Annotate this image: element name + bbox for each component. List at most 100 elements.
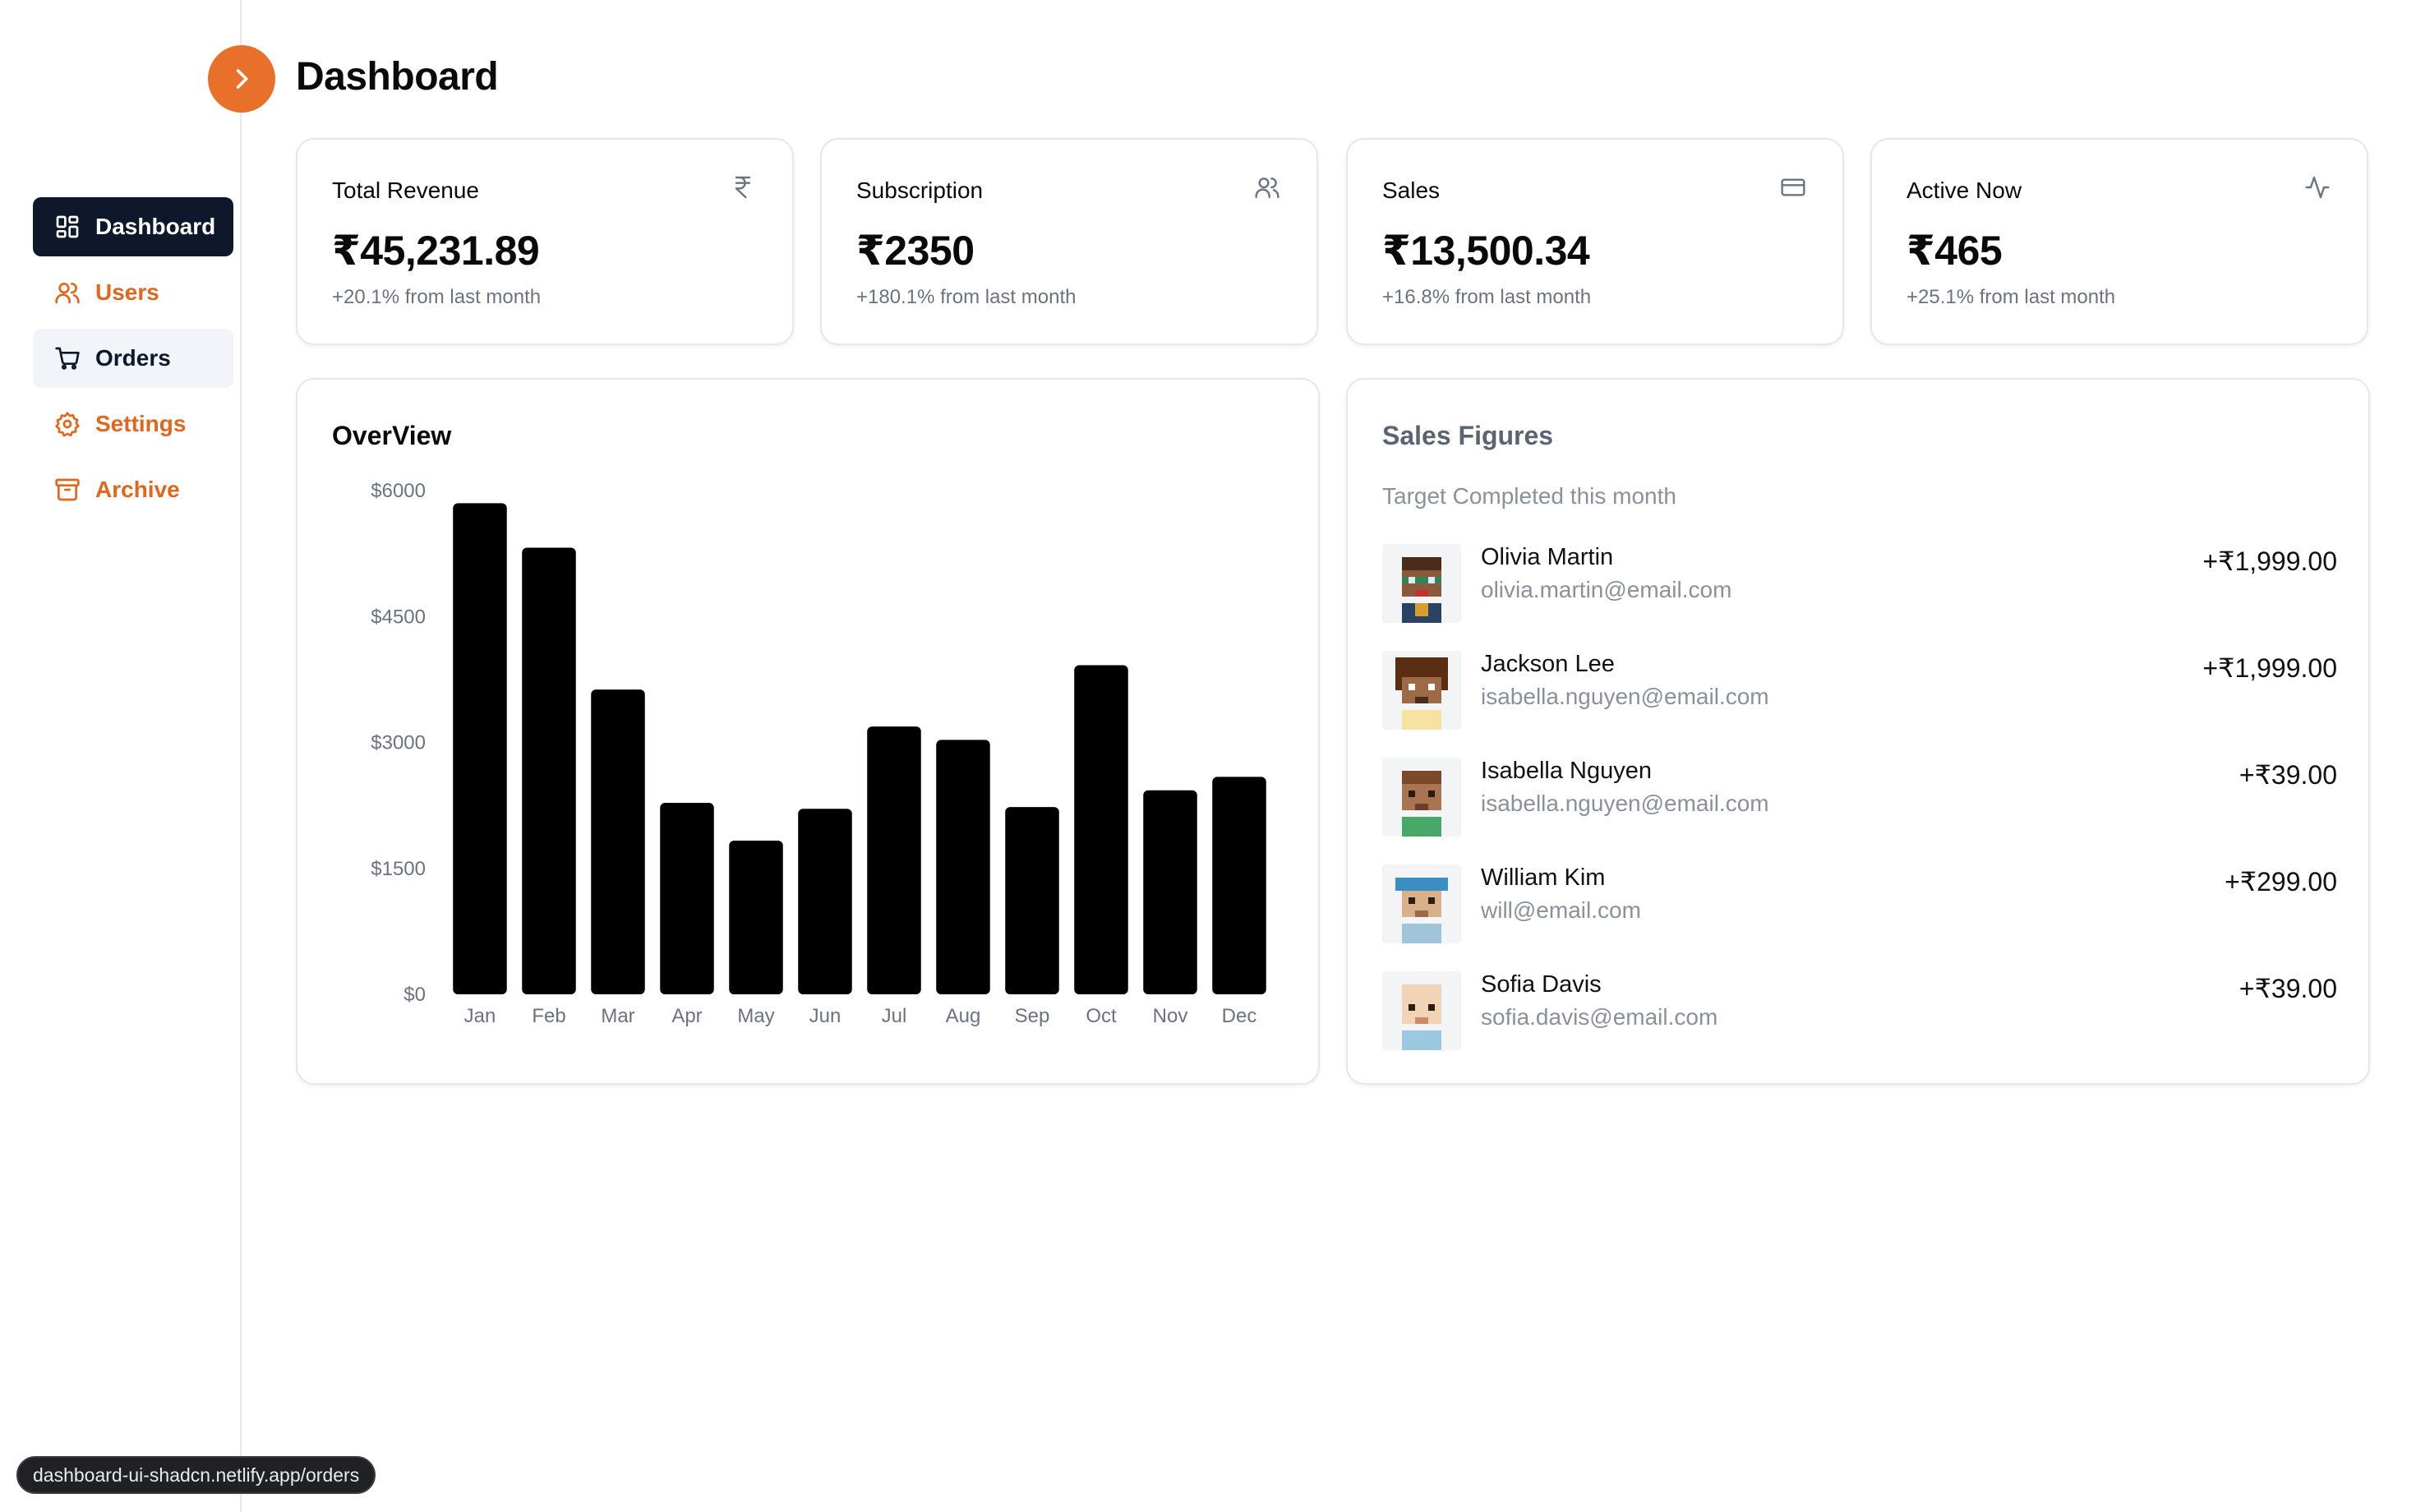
customer-email: sofia.davis@email.com [1481, 1004, 1718, 1030]
customer-name: Jackson Lee [1481, 651, 1615, 677]
avatar [1382, 651, 1461, 730]
bar-feb[interactable] [522, 547, 576, 994]
sidebar-item-archive[interactable]: Archive [33, 460, 233, 519]
stat-value: ₹465 [1907, 228, 2003, 274]
stat-change: +16.8% from last month [1382, 286, 1592, 308]
x-tick-label: May [737, 1005, 774, 1027]
x-tick-label: Sep [1015, 1005, 1050, 1027]
x-tick-label: Jul [882, 1005, 907, 1027]
x-tick-label: Jun [809, 1005, 841, 1027]
bar-jan[interactable] [453, 503, 507, 994]
stat-change: +180.1% from last month [856, 286, 1077, 308]
customer-email: olivia.martin@email.com [1481, 577, 1732, 602]
x-tick-label: Aug [946, 1005, 981, 1027]
stat-change: +20.1% from last month [332, 286, 542, 308]
grid-icon [54, 214, 81, 240]
activity-icon [2305, 176, 2330, 199]
overview-bar-chart: $0 $1500 $3000 $4500 $6000 Jan Feb Mar Apr May Jun… [371, 480, 1266, 1027]
sidebar-item-orders[interactable]: Orders [33, 329, 233, 388]
bar-jun[interactable] [798, 809, 852, 994]
customer-name: Olivia Martin [1481, 544, 1614, 570]
stat-card-sales: Sales ₹13,500.34 +16.8% from last month [1346, 138, 1844, 345]
y-tick-label: $4500 [371, 606, 426, 628]
overview-card: OverView $0 $1500 $3000 $4500 $6000 Jan Feb Mar… [296, 378, 1320, 1085]
sale-amount: +₹1,999.00 [2202, 546, 2337, 576]
customer-name: William Kim [1481, 864, 1606, 891]
archive-icon [54, 477, 81, 503]
bar-nov[interactable] [1143, 790, 1197, 994]
users-icon [54, 279, 81, 306]
x-tick-label: Nov [1153, 1005, 1188, 1027]
sidebar-item-label: Archive [95, 477, 180, 502]
sidebar: Dashboard Users Orders Settings Archive [0, 0, 275, 1512]
sales-figures-card: Sales Figures Target Completed this mont… [1346, 378, 2370, 1085]
sales-figures-subtitle: Target Completed this month [1382, 483, 1676, 509]
sale-amount: +₹1,999.00 [2202, 653, 2337, 683]
sale-amount: +₹39.00 [2238, 760, 2337, 790]
x-tick-label: Jan [464, 1005, 496, 1027]
gear-icon [54, 411, 81, 437]
bar-sep[interactable] [1005, 807, 1059, 994]
stat-value: ₹13,500.34 [1382, 228, 1590, 274]
sidebar-item-users[interactable]: Users [33, 263, 233, 322]
bar-jul[interactable] [867, 726, 921, 994]
credit-card-icon [1781, 178, 1805, 196]
bar-oct[interactable] [1074, 665, 1128, 994]
stat-title: Active Now [1907, 177, 2022, 203]
stat-title: Subscription [856, 177, 984, 203]
page-title: Dashboard [296, 55, 499, 99]
sidebar-item-label: Users [95, 279, 159, 305]
sidebar-toggle-button[interactable] [208, 45, 275, 113]
x-tick-label: Dec [1222, 1005, 1257, 1027]
y-tick-label: $3000 [371, 732, 426, 754]
avatar [1382, 971, 1461, 1050]
stat-change: +25.1% from last month [1907, 286, 2116, 308]
x-tick-label: Apr [671, 1005, 702, 1027]
sales-figures-title: Sales Figures [1382, 421, 1554, 450]
sidebar-item-label: Dashboard [95, 214, 216, 239]
list-item: Isabella Nguyen isabella.nguyen@email.co… [1382, 758, 2337, 840]
sidebar-item-label: Settings [95, 411, 187, 436]
stat-title: Total Revenue [332, 177, 480, 203]
list-item: Jackson Lee isabella.nguyen@email.com +₹… [1382, 651, 2337, 733]
rupee-icon [735, 176, 751, 199]
bar-may[interactable] [729, 841, 783, 994]
avatar [1382, 758, 1461, 837]
bar-mar[interactable] [591, 689, 645, 994]
y-tick-label: $6000 [371, 480, 426, 502]
x-tick-label: Oct [1086, 1005, 1117, 1027]
avatar [1382, 864, 1461, 943]
stat-value: ₹45,231.89 [332, 228, 540, 274]
stat-card-total-revenue: Total Revenue ₹45,231.89 +20.1% from las… [296, 138, 794, 345]
chevron-right-icon [236, 69, 248, 89]
sale-amount: +₹39.00 [2238, 974, 2337, 1003]
bar-dec[interactable] [1212, 777, 1266, 994]
status-bar-url: dashboard-ui-shadcn.netlify.app/orders [16, 1456, 376, 1494]
users-icon [1255, 177, 1279, 199]
stat-card-active-now: Active Now ₹465 +25.1% from last month [1870, 138, 2368, 345]
sidebar-item-dashboard[interactable]: Dashboard [33, 197, 233, 256]
bar-apr[interactable] [660, 803, 714, 994]
sidebar-nav: Dashboard Users Orders Settings Archive [33, 197, 233, 526]
avatar [1382, 544, 1461, 623]
sale-amount: +₹299.00 [2225, 867, 2337, 897]
y-tick-label: $1500 [371, 858, 426, 880]
stat-title: Sales [1382, 177, 1441, 203]
customer-email: isabella.nguyen@email.com [1481, 684, 1769, 709]
x-tick-label: Feb [532, 1005, 565, 1027]
customer-name: Isabella Nguyen [1481, 758, 1652, 784]
list-item: William Kim will@email.com +₹299.00 [1382, 864, 2337, 947]
list-item: Sofia Davis sofia.davis@email.com +₹39.0… [1382, 971, 2337, 1053]
stat-card-subscription: Subscription ₹2350 +180.1% from last mon… [820, 138, 1318, 345]
stat-value: ₹2350 [856, 228, 975, 274]
customer-name: Sofia Davis [1481, 971, 1602, 998]
list-item: Olivia Martin olivia.martin@email.com +₹… [1382, 544, 2337, 626]
sidebar-item-settings[interactable]: Settings [33, 394, 233, 454]
customer-email: isabella.nguyen@email.com [1481, 791, 1769, 816]
sidebar-item-label: Orders [95, 345, 171, 371]
y-tick-label: $0 [403, 984, 426, 1006]
cart-icon [54, 345, 81, 371]
customer-email: will@email.com [1481, 897, 1641, 923]
bar-aug[interactable] [936, 740, 990, 994]
x-tick-label: Mar [601, 1005, 634, 1027]
